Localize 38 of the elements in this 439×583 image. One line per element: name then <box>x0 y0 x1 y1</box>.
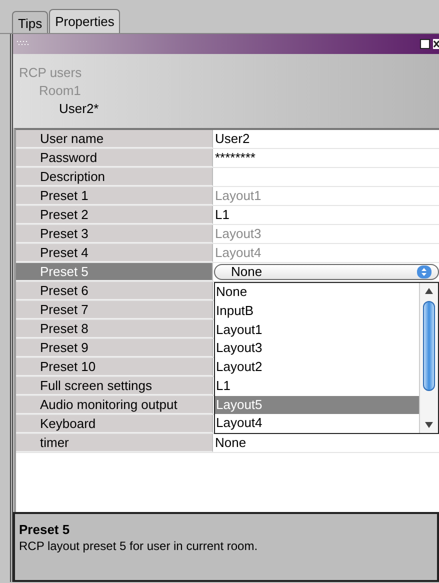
dropdown-option[interactable]: Layout3 <box>215 339 419 358</box>
tree-item[interactable]: User2* <box>59 100 439 118</box>
dropdown-option[interactable]: Layout4 <box>215 414 419 433</box>
property-name[interactable]: Preset 7 <box>16 301 213 319</box>
property-name[interactable]: Preset 1 <box>16 187 213 205</box>
dropdown-option[interactable]: Layout1 <box>215 320 419 340</box>
property-name[interactable]: Preset 9 <box>16 339 213 357</box>
property-name[interactable]: Preset 3 <box>16 225 213 243</box>
property-name[interactable]: User name <box>16 130 213 148</box>
help-text: RCP layout preset 5 for user in current room. <box>19 539 259 553</box>
property-name[interactable]: Preset 10 <box>16 358 213 376</box>
dropdown-option[interactable]: Layout5 <box>215 396 419 414</box>
dropdown-option[interactable]: InputB <box>215 302 419 320</box>
scroll-down-icon <box>425 421 433 429</box>
dropdown-option[interactable]: None <box>215 283 419 302</box>
property-name[interactable]: Full screen settings <box>16 377 213 395</box>
scrollbar[interactable] <box>419 283 438 433</box>
tab[interactable]: Properties <box>49 9 120 33</box>
property-name[interactable]: Audio monitoring output <box>16 396 213 414</box>
preset-dropdown[interactable]: None <box>214 264 439 280</box>
property-name[interactable]: timer <box>16 434 213 452</box>
tab[interactable]: Tips <box>12 11 48 33</box>
dropdown-option[interactable]: Layout2 <box>215 358 419 377</box>
up-down-arrows-icon <box>416 265 432 279</box>
property-name[interactable]: Keyboard <box>16 415 213 433</box>
property-name[interactable]: Description <box>16 168 213 186</box>
maximize-icon[interactable] <box>420 39 430 49</box>
scroll-thumb[interactable] <box>423 301 435 391</box>
property-name[interactable]: Preset 5 <box>16 263 213 281</box>
property-name[interactable]: Password <box>16 149 213 167</box>
property-name[interactable]: Preset 2 <box>16 206 213 224</box>
scroll-up-icon <box>425 287 433 295</box>
help-title: Preset 5 <box>19 522 71 537</box>
dropdown-option[interactable]: L1 <box>215 376 419 396</box>
property-name[interactable]: Preset 8 <box>16 320 213 338</box>
close-icon[interactable] <box>433 39 439 49</box>
property-name[interactable]: Preset 4 <box>16 244 213 262</box>
property-name[interactable]: Preset 6 <box>16 282 213 300</box>
